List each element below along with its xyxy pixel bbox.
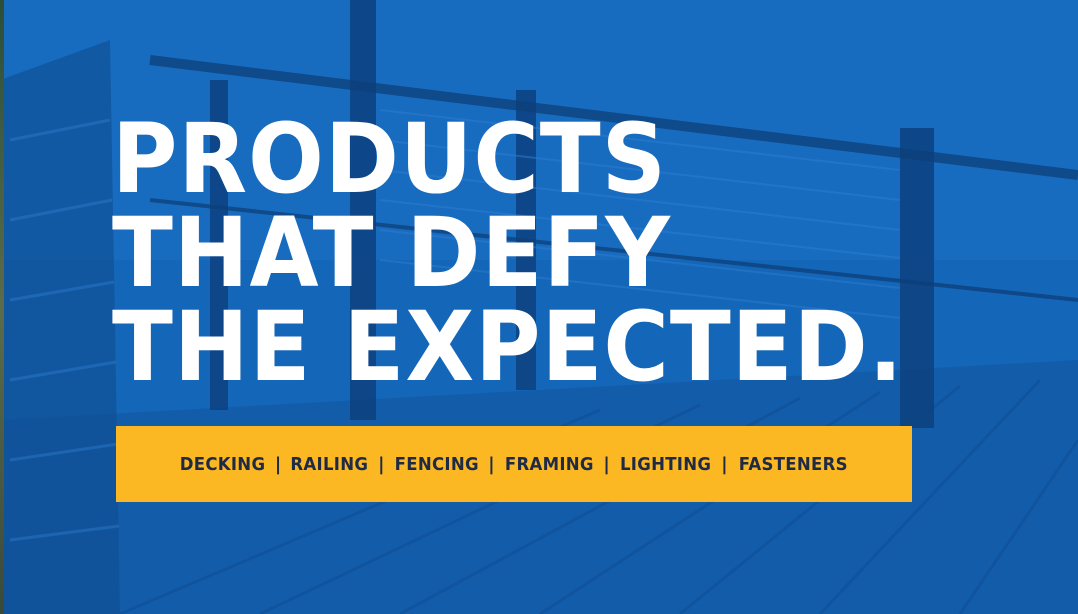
product-category-nav: DECKING | RAILING | FENCING | FRAMING | … bbox=[116, 426, 912, 502]
nav-separator: | bbox=[721, 453, 728, 475]
nav-link-lighting[interactable]: LIGHTING bbox=[620, 454, 711, 475]
nav-link-decking[interactable]: DECKING bbox=[179, 454, 265, 475]
nav-link-fasteners[interactable]: FASTENERS bbox=[738, 454, 847, 475]
hero-headline: PRODUCTS THAT DEFY THE EXPECTED. bbox=[112, 103, 904, 403]
hero-banner: PRODUCTS THAT DEFY THE EXPECTED. DECKING… bbox=[0, 0, 1078, 614]
nav-separator: | bbox=[377, 453, 385, 475]
nav-link-framing[interactable]: FRAMING bbox=[505, 454, 594, 475]
nav-separator: | bbox=[488, 453, 495, 475]
nav-separator: | bbox=[603, 453, 610, 475]
photo-edge-strip bbox=[0, 0, 4, 614]
nav-link-railing[interactable]: RAILING bbox=[291, 454, 369, 475]
headline-line-2: THAT DEFY bbox=[112, 197, 671, 309]
headline-line-3: THE EXPECTED. bbox=[112, 291, 904, 403]
nav-separator: | bbox=[274, 453, 282, 475]
headline-line-1: PRODUCTS bbox=[112, 103, 667, 215]
nav-link-fencing[interactable]: FENCING bbox=[394, 454, 478, 475]
